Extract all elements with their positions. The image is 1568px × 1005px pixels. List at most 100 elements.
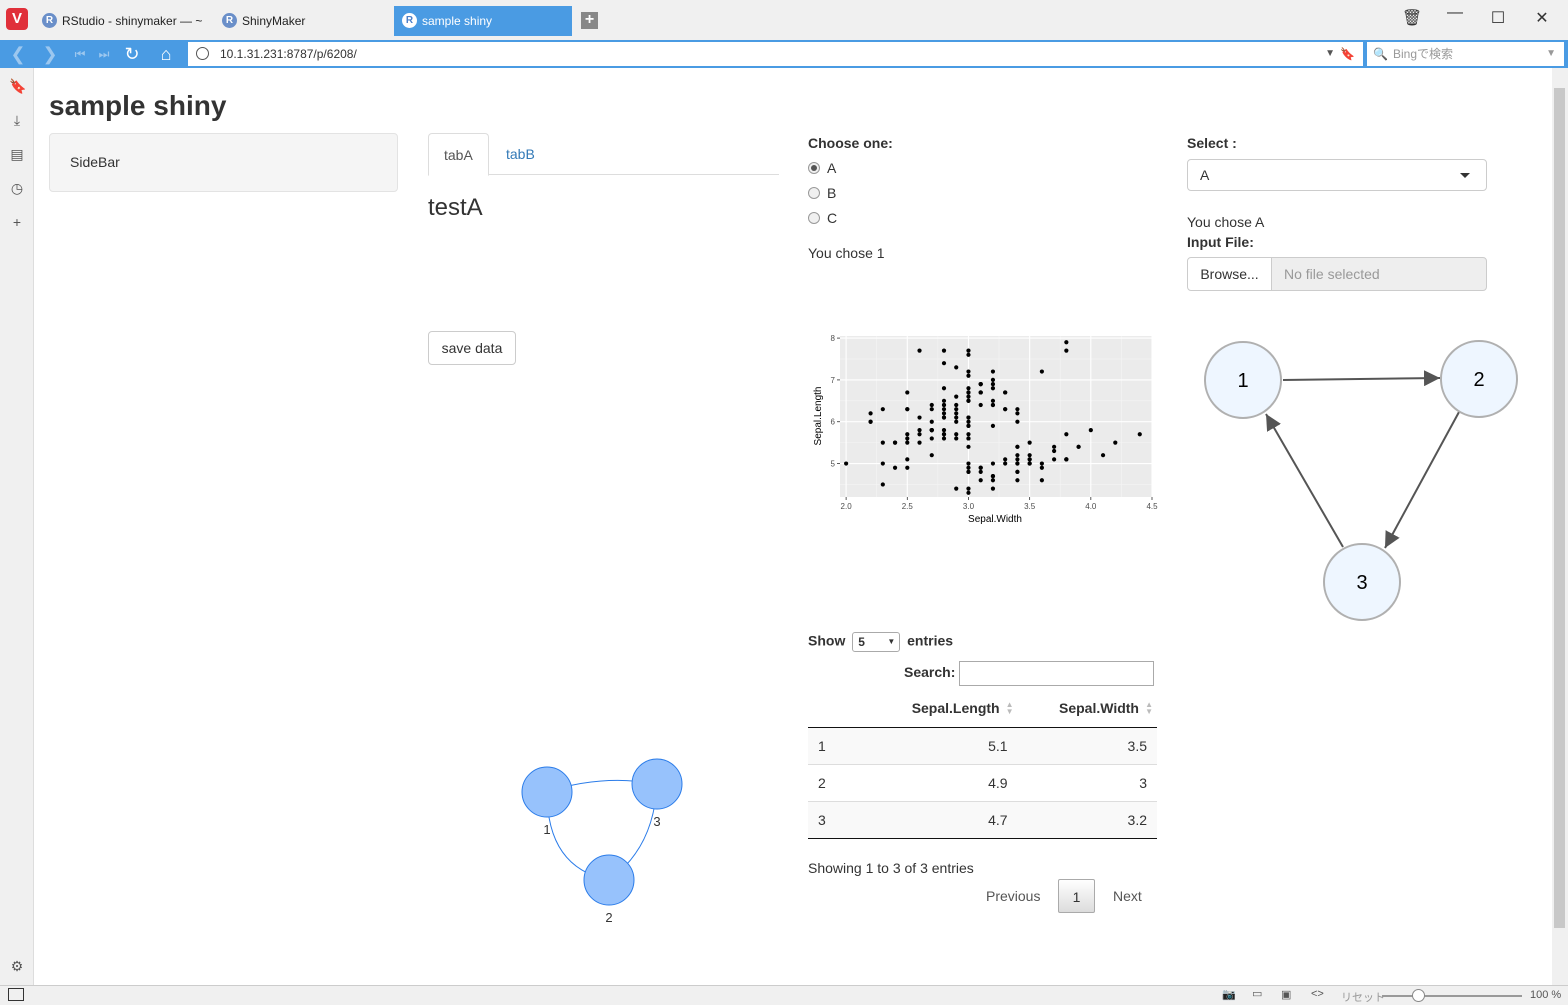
y-tick-label: 8 — [831, 334, 836, 343]
network-node[interactable]: 1 — [1204, 341, 1282, 419]
url-text: 10.1.31.231:8787/p/6208/ — [220, 47, 357, 61]
scatter-point — [941, 407, 947, 412]
table-row[interactable]: 3 4.7 3.2 — [808, 800, 1157, 839]
scatter-point — [966, 469, 971, 475]
scatter-point — [990, 478, 996, 483]
notes-icon[interactable]: ▤ — [9, 146, 25, 162]
scatter-point — [954, 402, 959, 408]
tab-a[interactable]: tabA — [428, 133, 489, 176]
maximize-button[interactable]: ☐ — [1483, 8, 1513, 28]
fast-forward-button[interactable]: ⏭ — [92, 43, 116, 65]
datatable-search-input[interactable] — [959, 661, 1155, 686]
radio-option-c[interactable]: C — [808, 210, 837, 226]
scatter-point — [966, 415, 971, 420]
rstudio-icon: R — [222, 13, 237, 28]
search-label: Search: — [904, 664, 956, 681]
radio-option-b[interactable]: B — [808, 185, 836, 201]
scatter-point — [954, 436, 959, 441]
save-data-button[interactable]: save data — [428, 331, 516, 365]
previous-page-button[interactable]: Previous — [986, 879, 1040, 913]
node-label: 1 — [543, 822, 550, 837]
scatter-point — [954, 407, 959, 412]
table-row[interactable]: 2 4.9 3 — [808, 763, 1157, 801]
scatter-point — [990, 473, 996, 479]
trash-icon[interactable]: 🗑 — [1397, 8, 1427, 28]
scatter-point — [990, 377, 996, 383]
column-header-sepal-length[interactable]: Sepal.Length ▲ ▼ — [868, 690, 1018, 728]
tab-b[interactable]: tabB — [491, 133, 550, 175]
close-window-button[interactable]: ✕ — [1527, 8, 1557, 28]
scatter-point — [868, 419, 873, 424]
image-icon[interactable]: ▣ — [1281, 988, 1291, 1001]
browser-tab-shinymaker[interactable]: R ShinyMaker — [214, 6, 394, 36]
radio-option-label: B — [827, 185, 837, 201]
scatter-point — [941, 398, 947, 403]
zoom-slider[interactable] — [1382, 995, 1522, 997]
minimize-button[interactable]: — — [1440, 4, 1470, 22]
panel-toggle-icon[interactable] — [8, 988, 24, 1001]
code-icon[interactable]: <> — [1311, 988, 1324, 1000]
browser-tab-sample-shiny[interactable]: R sample shiny — [394, 6, 572, 36]
network-node[interactable]: 2 — [1440, 340, 1518, 418]
add-panel-icon[interactable]: + — [9, 214, 25, 230]
tiling-icon[interactable]: ▭ — [1252, 987, 1262, 1000]
select-dropdown[interactable]: A — [1187, 159, 1487, 191]
settings-gear-icon[interactable]: ⚙ — [9, 958, 25, 974]
bookmarks-icon[interactable]: 🔖 — [9, 78, 26, 94]
home-button[interactable]: ⌂ — [154, 43, 178, 65]
chevron-down-icon[interactable]: ▼ — [1546, 42, 1556, 66]
scatter-point — [1015, 457, 1020, 462]
column-header-label: Sepal.Length — [911, 700, 1000, 717]
scatter-point — [1100, 453, 1106, 458]
scatter-point — [880, 407, 885, 412]
browser-tab-rstudio[interactable]: R RStudio - shinymaker — ~ — [34, 6, 214, 36]
scatter-point — [892, 440, 898, 445]
scrollbar-thumb[interactable] — [1554, 88, 1565, 928]
scatter-point — [1015, 444, 1020, 449]
browse-button[interactable]: Browse... — [1187, 257, 1272, 291]
x-axis-label: Sepal.Width — [968, 514, 1022, 525]
network-graph-directed: 1 2 3 — [1204, 340, 1518, 621]
url-field[interactable]: 10.1.31.231:8787/p/6208/ ▼ 🔖 — [188, 42, 1363, 66]
scatter-point — [990, 461, 996, 466]
reload-button[interactable]: ↻ — [120, 43, 144, 65]
history-icon[interactable]: ◷ — [9, 180, 25, 196]
zoom-slider-handle[interactable] — [1412, 989, 1425, 1002]
scatter-point — [966, 465, 971, 470]
sidebar-panel: SideBar — [49, 133, 398, 192]
search-input[interactable]: 🔍 Bingで検索 ▼ — [1367, 42, 1564, 66]
network-node[interactable]: 3 — [1323, 543, 1401, 621]
chevron-down-icon[interactable]: ▼ — [1325, 42, 1335, 66]
zoom-reset-label[interactable]: リセット — [1341, 989, 1385, 1005]
scatter-point — [966, 461, 971, 466]
radio-option-a[interactable]: A — [808, 160, 836, 176]
camera-icon[interactable]: 📷 — [1222, 988, 1236, 1001]
column-header-sepal-width[interactable]: Sepal.Width ▲ ▼ — [1017, 690, 1157, 728]
scatter-point — [954, 415, 959, 420]
page-length-select[interactable]: 5 — [852, 632, 901, 652]
radio-unchecked-icon — [808, 212, 820, 224]
scatter-point — [966, 348, 971, 353]
new-tab-button[interactable]: + — [581, 12, 598, 29]
scatter-point — [905, 432, 910, 437]
edge-3-1 — [1265, 413, 1344, 548]
rewind-button[interactable]: ⏮ — [68, 43, 92, 65]
scatter-point — [966, 436, 971, 441]
radio-label: Choose one: — [808, 135, 893, 151]
scatter-point — [929, 419, 934, 424]
network-node[interactable]: 1 — [521, 766, 573, 837]
table-row[interactable]: 1 5.1 3.5 — [808, 726, 1157, 764]
forward-button[interactable]: ❯ — [38, 43, 62, 65]
page-scrollbar[interactable] — [1552, 68, 1568, 985]
page-1-button[interactable]: 1 — [1058, 879, 1095, 913]
back-button[interactable]: ❮ — [6, 43, 30, 65]
network-node[interactable]: 2 — [583, 854, 635, 925]
network-node[interactable]: 3 — [631, 758, 683, 829]
downloads-icon[interactable]: ⤓ — [9, 112, 25, 128]
bookmark-icon[interactable]: 🔖 — [1340, 42, 1355, 66]
next-page-button[interactable]: Next — [1113, 879, 1142, 913]
scatter-point — [966, 490, 971, 495]
browser-logo-icon[interactable]: V — [6, 8, 28, 30]
scatter-point — [954, 486, 959, 491]
table-cell: 3.5 — [1017, 726, 1157, 764]
